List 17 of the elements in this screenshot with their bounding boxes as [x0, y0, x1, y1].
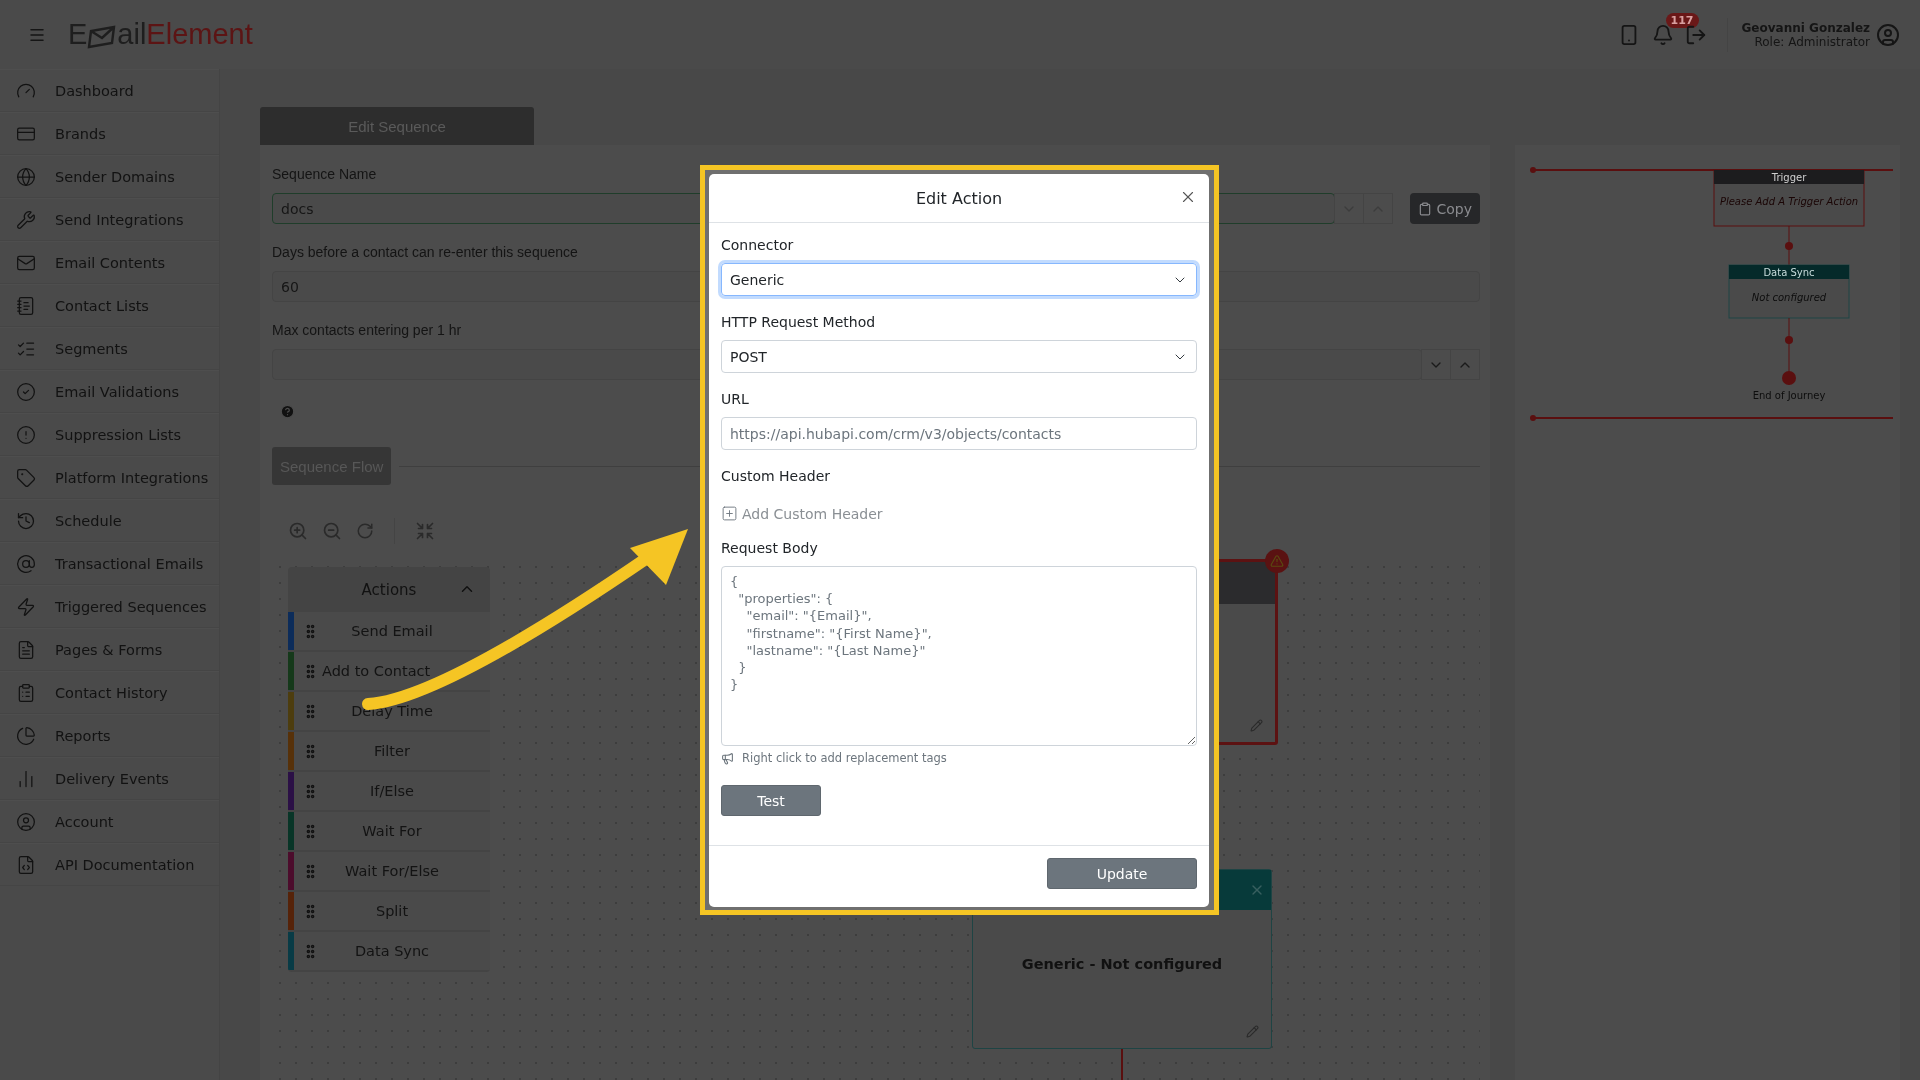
field-label: Days before a contact can re-enter this sequence [272, 243, 578, 261]
notification-badge: 117 [1665, 13, 1699, 28]
dialog-title: Edit Action [915, 188, 1003, 208]
field-label: Request Body [721, 540, 819, 557]
hint-text: Right click to add replacement tags [742, 751, 947, 765]
mini-node-text: Please Add A Trigger Action [1719, 196, 1859, 207]
field-label: Sequence Name [272, 165, 377, 183]
field-label: Connector [721, 237, 795, 254]
field-label: HTTP Request Method [721, 314, 877, 331]
mini-node-title: Trigger [1771, 172, 1807, 183]
node-status: Generic - Not configured [1021, 956, 1223, 972]
field-label: Custom Header [721, 468, 832, 485]
mini-end-label: End of Journey [1752, 390, 1826, 401]
field-label: URL [721, 391, 750, 408]
mini-node-text: Not configured [1751, 292, 1827, 303]
field-label: Max contacts entering per 1 hr [272, 321, 462, 339]
mini-node-title: Data Sync [1763, 267, 1815, 278]
